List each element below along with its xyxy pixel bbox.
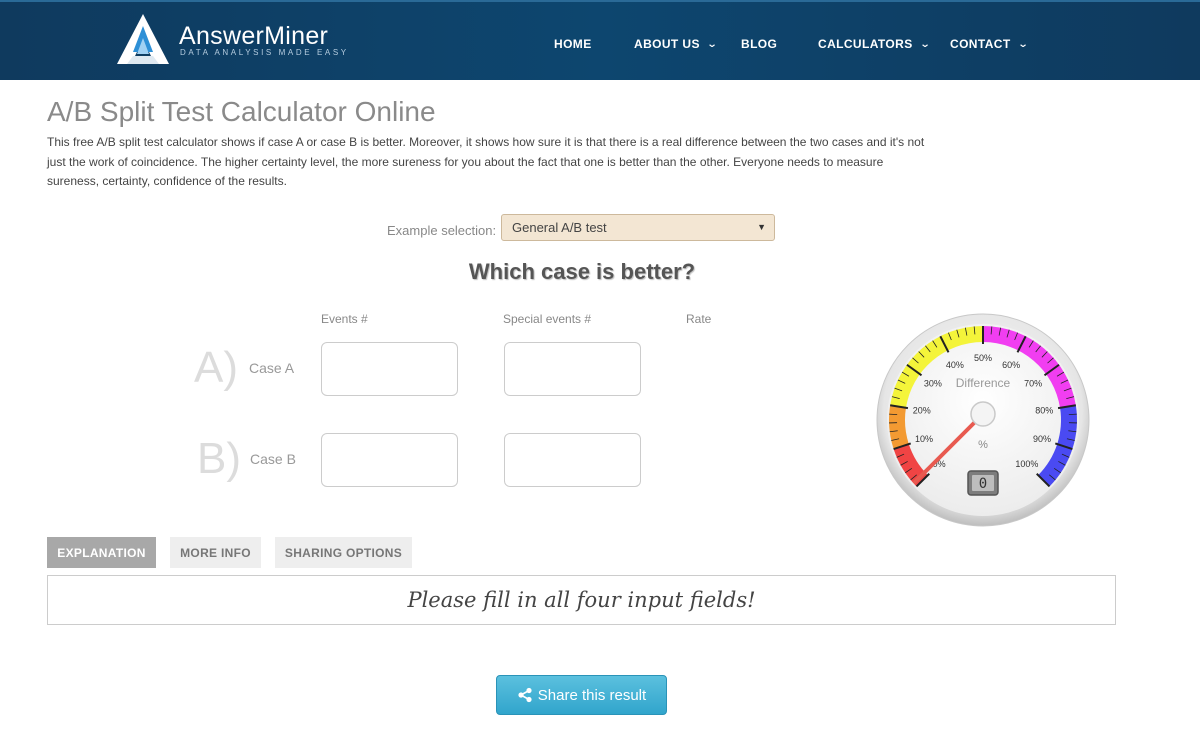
example-select[interactable]: General A/B test ▼ xyxy=(501,214,775,241)
gauge-readout: 0 xyxy=(979,476,987,492)
column-events: Events # xyxy=(321,312,368,326)
logo[interactable]: AnswerMiner DATA ANALYSIS MADE EASY xyxy=(115,12,346,68)
result-message: Please fill in all four input fields! xyxy=(407,588,756,612)
nav-home[interactable]: HOME xyxy=(554,36,592,52)
intro-text: This free A/B split test calculator show… xyxy=(47,135,925,188)
tab-explanation[interactable]: EXPLANATION xyxy=(47,537,156,568)
gauge-tick-label: 20% xyxy=(913,405,931,415)
case-b-label: Case B xyxy=(250,451,296,467)
logo-mark-icon xyxy=(117,14,169,64)
share-result-button[interactable]: Share this result xyxy=(496,675,667,715)
tab-explanation-label: EXPLANATION xyxy=(57,545,146,560)
tab-more-info-label: MORE INFO xyxy=(180,545,251,560)
gauge-minor-tick xyxy=(889,413,898,415)
chevron-down-icon: ⌄ xyxy=(1017,38,1029,50)
nav-contact[interactable]: CONTACT ⌄ xyxy=(950,36,1029,52)
gauge-hub xyxy=(970,401,996,427)
nav-blog[interactable]: BLOG xyxy=(741,36,777,52)
case-a-special-events-input[interactable] xyxy=(504,342,641,396)
gauge-tick-label: 100% xyxy=(1015,459,1038,469)
caret-down-icon: ▼ xyxy=(757,222,766,232)
gauge-unit: % xyxy=(978,439,988,451)
gauge-tick-label: 70% xyxy=(1024,379,1042,389)
chevron-down-icon: ⌄ xyxy=(706,38,718,50)
gauge-tick-label: 90% xyxy=(1033,434,1051,444)
result-message-panel: Please fill in all four input fields! xyxy=(47,575,1116,625)
gauge-tick-label: 30% xyxy=(924,379,942,389)
example-selection-label: Example selection: xyxy=(387,223,497,238)
nav-calculators[interactable]: CALCULATORS ⌄ xyxy=(818,36,931,52)
case-b-events-input[interactable] xyxy=(321,433,458,487)
tab-sharing-options-label: SHARING OPTIONS xyxy=(284,545,403,560)
tab-more-info[interactable]: MORE INFO xyxy=(170,537,261,568)
difference-gauge: 0% 10% 20% 30% 40% 50% 60% 70% 80% 90% 100% Differ… xyxy=(876,313,1090,527)
gauge-minor-tick xyxy=(1068,413,1077,415)
section-heading: Which case is better? xyxy=(468,259,696,284)
nav-home-label: HOME xyxy=(554,37,592,51)
tab-sharing-options[interactable]: SHARING OPTIONS xyxy=(275,537,412,568)
nav-contact-label: CONTACT xyxy=(950,37,1011,51)
share-icon xyxy=(518,687,532,703)
nav-about-label: ABOUT US xyxy=(634,37,700,51)
nav-about-us[interactable]: ABOUT US ⌄ xyxy=(634,36,717,52)
case-a-events-input[interactable] xyxy=(321,342,458,396)
nav-blog-label: BLOG xyxy=(741,37,778,51)
column-special-events: Special events # xyxy=(503,312,592,326)
case-a-letter: A) xyxy=(194,343,238,392)
case-a-label: Case A xyxy=(249,360,295,376)
gauge-tick-label: 40% xyxy=(946,360,964,370)
chevron-down-icon: ⌄ xyxy=(919,38,931,50)
example-select-value: General A/B test xyxy=(512,220,607,235)
case-b-letter: B) xyxy=(197,434,241,483)
site-header: AnswerMiner DATA ANALYSIS MADE EASY HOME… xyxy=(0,0,1200,80)
page-title: A/B Split Test Calculator Online xyxy=(47,96,436,127)
gauge-tick-label: 50% xyxy=(974,353,992,363)
nav-calculators-label: CALCULATORS xyxy=(818,37,913,51)
brand-tagline: DATA ANALYSIS MADE EASY xyxy=(180,48,349,57)
case-b-special-events-input[interactable] xyxy=(504,433,641,487)
share-result-label: Share this result xyxy=(537,686,647,704)
brand-name: AnswerMiner xyxy=(179,22,329,50)
gauge-tick-label: 10% xyxy=(915,434,933,444)
column-rate: Rate xyxy=(686,312,712,326)
gauge-tick-label: 60% xyxy=(1002,360,1020,370)
gauge-title: Difference xyxy=(956,376,1011,390)
gauge-tick-label: 80% xyxy=(1035,405,1053,415)
